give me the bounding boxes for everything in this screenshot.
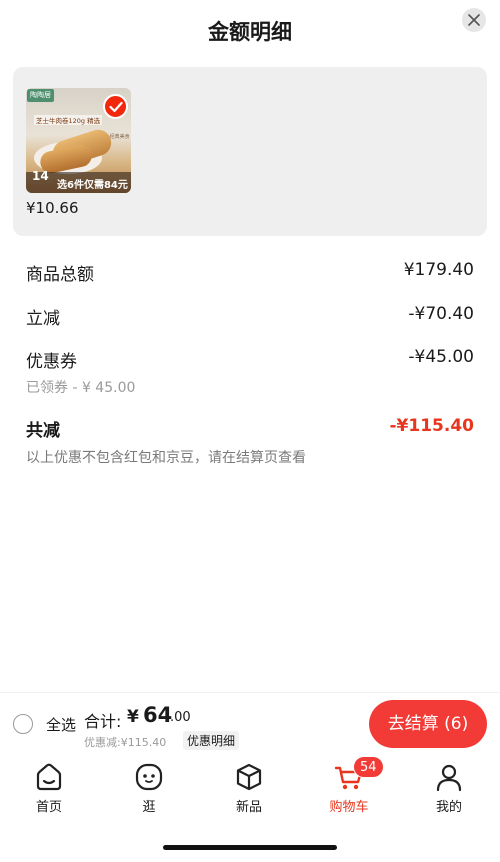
select-all-radio[interactable] <box>13 714 33 734</box>
product-image-promo: 选6件仅需84元 <box>57 180 128 191</box>
tab-browse-label: 逛 <box>142 800 156 815</box>
instant-discount-label: 立减 <box>26 309 60 329</box>
goods-total-label: 商品总额 <box>26 265 94 285</box>
close-icon <box>468 14 480 26</box>
tab-new-label: 新品 <box>235 800 262 815</box>
total-amount-decimal: .00 <box>170 710 191 725</box>
modal-header: 金额明细 <box>0 0 500 62</box>
cube-icon <box>236 763 262 791</box>
discount-note: 以上优惠不包含红包和京豆，请在结算页查看 <box>26 450 306 466</box>
coupon-sub-text: 已领券 - ¥ 45.00 <box>26 380 136 396</box>
total-discount-value: -¥115.40 <box>389 416 475 436</box>
coupon-label: 优惠券 <box>26 352 77 372</box>
home-indicator <box>163 845 337 850</box>
instant-discount-value: -¥70.40 <box>408 304 474 324</box>
product-panel: 陶陶居 芝士牛肉卷120g 精选 酥脆饱满 经典美食 14 选6件仅需84元 ¥… <box>13 67 487 236</box>
browse-face-icon <box>135 763 163 791</box>
tab-home[interactable]: 首页 <box>19 762 79 818</box>
tab-home-label: 首页 <box>35 800 62 815</box>
product-price: ¥10.66 <box>26 199 79 217</box>
tab-me[interactable]: 我的 <box>419 762 479 818</box>
cart-count-badge: 54 <box>353 756 384 778</box>
select-all-label[interactable]: 全选 <box>46 714 76 735</box>
total-prefix: 合计: <box>84 712 122 731</box>
coupon-value: -¥45.00 <box>408 347 474 367</box>
checkout-bar: 全选 合计: ¥ 64 .00 优惠减:¥115.40 优惠明细 去结算 (6) <box>0 692 500 754</box>
close-button[interactable] <box>462 8 486 32</box>
modal-title: 金额明细 <box>208 20 292 44</box>
total-amount-integer: 64 <box>143 703 173 727</box>
checkout-button[interactable]: 去结算 (6) <box>369 700 487 748</box>
home-icon <box>36 763 62 791</box>
selected-checkmark[interactable] <box>103 94 128 119</box>
discount-summary: 优惠减:¥115.40 <box>84 736 167 749</box>
tab-me-label: 我的 <box>435 800 462 815</box>
discount-detail-button[interactable]: 优惠明细 <box>183 731 240 750</box>
tab-browse[interactable]: 逛 <box>119 762 179 818</box>
product-image-qty: 14 <box>32 169 49 183</box>
total-currency: ¥ <box>127 707 139 727</box>
goods-total-value: ¥179.40 <box>403 260 474 280</box>
tab-cart-label: 购物车 <box>329 800 369 815</box>
total-discount-label: 共减 <box>26 421 60 441</box>
user-icon <box>436 764 462 792</box>
checkmark-icon <box>109 101 123 113</box>
brand-logo: 陶陶居 <box>27 89 54 102</box>
product-image-name: 芝士牛肉卷120g 精选 <box>34 115 103 125</box>
tab-new[interactable]: 新品 <box>219 762 279 818</box>
